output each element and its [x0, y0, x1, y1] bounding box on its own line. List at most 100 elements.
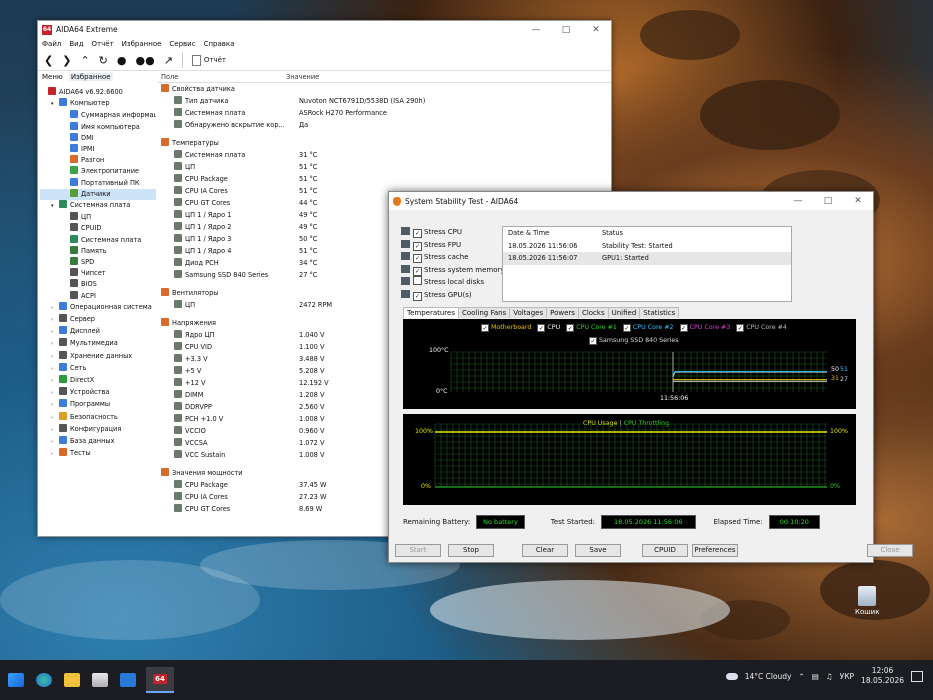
tree-item[interactable]: ▾ Компьютер	[40, 98, 156, 110]
tree-item[interactable]: Чипсет	[40, 268, 156, 279]
clear-button[interactable]: Clear	[522, 544, 568, 557]
recycle-bin[interactable]: Кошик	[855, 586, 879, 616]
expand-arrow-icon[interactable]: ›	[51, 364, 59, 375]
menu-service[interactable]: Сервис	[169, 40, 195, 48]
tree-item[interactable]: IPMI	[40, 144, 156, 155]
tab-favorites[interactable]: Избранное	[68, 72, 113, 81]
minimize-button[interactable]: —	[521, 25, 551, 35]
list-row[interactable]: CPU Package 51 °C	[158, 173, 611, 185]
tree-item[interactable]: › Дисплей	[40, 326, 156, 338]
stress-checkbox[interactable]: ✓	[413, 291, 422, 301]
expand-arrow-icon[interactable]: ›	[51, 352, 59, 363]
tree-item[interactable]: Системная плата	[40, 234, 156, 246]
tree-item[interactable]: › Безопасность	[40, 411, 156, 424]
up-icon[interactable]: ⌃	[80, 54, 89, 67]
graph-tab[interactable]: Temperatures	[403, 307, 459, 318]
expand-arrow-icon[interactable]: ›	[51, 315, 59, 326]
list-row[interactable]: Системная плата 31 °C	[158, 149, 611, 161]
stress-checkbox[interactable]: ✓	[413, 266, 422, 276]
tree-item[interactable]: ACPI	[40, 290, 156, 302]
forward-icon[interactable]: ❯	[62, 54, 71, 67]
tree-item[interactable]: › Тесты	[40, 448, 156, 460]
stability-maximize-button[interactable]: □	[813, 196, 843, 206]
notifications-icon[interactable]	[911, 670, 923, 682]
chart-icon[interactable]: ↗	[164, 54, 173, 67]
expand-arrow-icon[interactable]: ›	[51, 413, 59, 424]
tree-item[interactable]: BIOS	[40, 279, 156, 290]
list-row[interactable]: Тип датчика Nuvoton NCT6791D/5538D (ISA 2…	[158, 95, 611, 107]
tree-item[interactable]: Разгон	[40, 155, 156, 166]
back-icon[interactable]: ❮	[44, 54, 53, 67]
weather-text[interactable]: 14°C Cloudy	[745, 672, 792, 681]
tree-item[interactable]: Память	[40, 245, 156, 257]
graph-tab[interactable]: Voltages	[509, 307, 548, 318]
tree-item[interactable]: ▾ Системная плата	[40, 200, 156, 212]
stress-option[interactable]: ✓ Stress cache	[401, 251, 505, 264]
expand-arrow-icon[interactable]: ›	[51, 376, 59, 387]
graph-tab[interactable]: Unified	[607, 307, 641, 318]
stress-checkbox[interactable]: ✓	[413, 229, 422, 238]
list-group-header[interactable]: Свойства датчика	[158, 83, 611, 95]
column-field[interactable]: Поле	[158, 71, 286, 82]
tree-item[interactable]: CPUID	[40, 223, 156, 234]
log-header-status[interactable]: Status	[602, 229, 623, 237]
menu-help[interactable]: Справка	[204, 40, 235, 48]
menu-favorites[interactable]: Избранное	[122, 40, 162, 48]
stress-option[interactable]: ✓ Stress GPU(s)	[401, 289, 505, 302]
expand-arrow-icon[interactable]: ▾	[51, 201, 59, 212]
cpuid-button[interactable]: CPUID	[642, 544, 688, 557]
stress-checkbox[interactable]: ✓	[413, 241, 422, 251]
tree-item[interactable]: › Конфигурация	[40, 423, 156, 436]
user-icon[interactable]: ●	[117, 54, 127, 67]
tree-item[interactable]: Электропитание	[40, 166, 156, 177]
expand-arrow-icon[interactable]: ›	[51, 303, 59, 314]
expand-arrow-icon[interactable]: ›	[51, 388, 59, 399]
stress-option[interactable]: ✓ Stress FPU	[401, 239, 505, 252]
stress-checkbox[interactable]: ✓	[413, 254, 422, 264]
column-value[interactable]: Значение	[286, 71, 319, 82]
tree-item[interactable]: Имя компьютера	[40, 121, 156, 133]
store-icon[interactable]	[92, 673, 108, 687]
expand-arrow-icon[interactable]: ›	[51, 400, 59, 411]
tree-item[interactable]: Портативный ПК	[40, 177, 156, 189]
stress-option[interactable]: ✓ Stress system memory	[401, 264, 505, 277]
menu-file[interactable]: Файл	[42, 40, 61, 48]
list-row[interactable]: ЦП 51 °C	[158, 161, 611, 173]
start-icon[interactable]	[8, 673, 24, 687]
tree-item[interactable]: › Сервер	[40, 314, 156, 326]
expand-arrow-icon[interactable]: ›	[51, 437, 59, 448]
tree-item[interactable]: › Программы	[40, 399, 156, 411]
stress-option[interactable]: Stress local disks	[401, 276, 505, 289]
graph-tab[interactable]: Powers	[546, 307, 579, 318]
maximize-button[interactable]: □	[551, 25, 581, 35]
refresh-icon[interactable]: ↻	[99, 54, 108, 67]
menu-view[interactable]: Вид	[69, 40, 83, 48]
tree-item[interactable]: DMI	[40, 132, 156, 144]
expand-arrow-icon[interactable]: ›	[51, 339, 59, 350]
tree-item[interactable]: ЦП	[40, 212, 156, 223]
close-window-button[interactable]: Close	[867, 544, 913, 557]
expand-arrow-icon[interactable]: ›	[51, 449, 59, 460]
edge-icon[interactable]	[36, 673, 52, 687]
tree-item[interactable]: AIDA64 v6.92.6600	[40, 87, 156, 98]
log-header-date[interactable]: Date & Time	[503, 229, 602, 237]
stability-minimize-button[interactable]: —	[783, 196, 813, 206]
log-row[interactable]: 18.05.2026 11:56:06 Stability Test: Start…	[503, 240, 791, 253]
tree-item[interactable]: › Хранение данных	[40, 350, 156, 363]
tree-item[interactable]: Датчики	[40, 188, 156, 201]
tree-item[interactable]: › DirectX	[40, 375, 156, 387]
list-row[interactable]: Системная плата ASRock H270 Performance	[158, 107, 611, 119]
close-button[interactable]: ✕	[581, 25, 611, 35]
report-button[interactable]: Отчёт	[191, 54, 226, 66]
list-row[interactable]: Обнаружено вскрытие кор... Да	[158, 119, 611, 131]
stop-button[interactable]: Stop	[448, 544, 494, 557]
clock[interactable]: 12:06 18.05.2026	[861, 666, 904, 686]
menu-report[interactable]: Отчёт	[92, 40, 114, 48]
tree-item[interactable]: › Устройства	[40, 387, 156, 399]
expand-arrow-icon[interactable]: ▾	[51, 99, 59, 110]
tab-menu[interactable]: Меню	[42, 73, 63, 81]
volume-icon[interactable]: ♫	[826, 672, 833, 681]
preferences-button[interactable]: Preferences	[692, 544, 738, 557]
start-button[interactable]: Start	[395, 544, 441, 557]
tree-item[interactable]: › База данных	[40, 436, 156, 448]
